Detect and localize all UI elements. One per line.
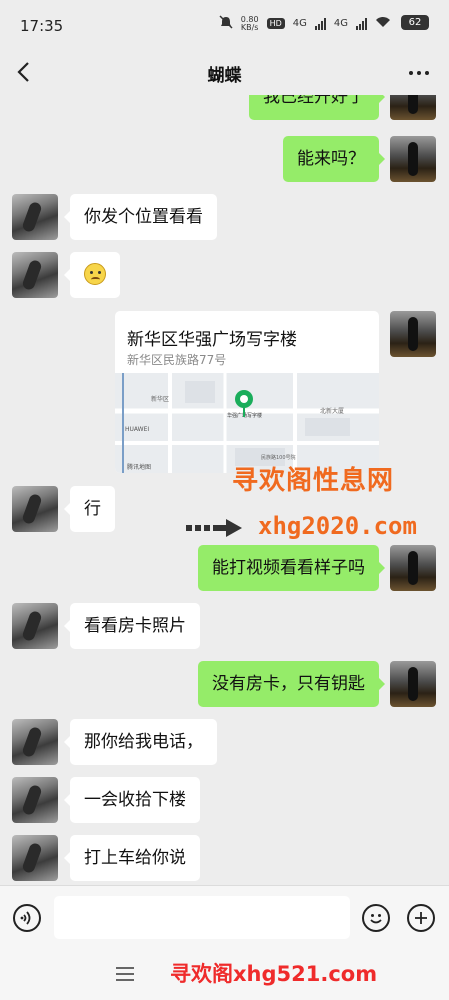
watermark-arrow-icon [186, 519, 242, 537]
my-avatar[interactable] [390, 545, 436, 591]
message-bubble[interactable]: 你发个位置看看 [64, 194, 217, 240]
input-bar [0, 885, 449, 950]
message-bubble[interactable]: 没有房卡，只有钥匙 [198, 661, 385, 707]
my-avatar[interactable] [390, 95, 436, 120]
location-map[interactable]: HUAWEI 腾讯地图 新华区 华强广场写字楼 北新大厦 民族路100号院 [115, 373, 379, 473]
map-label-building: 北新大厦 [320, 407, 344, 415]
location-address: 新华区民族路77号 [127, 353, 227, 367]
net-4g-1: 4G [292, 18, 307, 29]
message-bubble[interactable]: 一会收拾下楼 [64, 777, 200, 823]
battery-icon: 62 [401, 15, 429, 30]
watermark-text: 寻欢阁性息网 [232, 466, 395, 496]
location-name: 新华区华强广场写字楼 [127, 330, 297, 350]
contact-avatar[interactable] [12, 194, 58, 240]
contact-avatar[interactable] [12, 252, 58, 298]
message-bubble[interactable]: 那你给我电话， [64, 719, 217, 765]
emoji-picker-icon[interactable] [362, 904, 390, 932]
my-avatar[interactable] [390, 136, 436, 182]
more-options-icon[interactable] [409, 71, 429, 75]
message-text: 一会收拾下楼 [84, 790, 186, 810]
contact-avatar[interactable] [12, 835, 58, 881]
message-text: 没有房卡，只有钥匙 [212, 674, 365, 694]
net-4g-2: 4G [333, 18, 348, 29]
message-text: 我已经开好了 [263, 95, 365, 107]
message-bubble[interactable]: 打上车给你说 [64, 835, 200, 881]
speed-unit: KB/s [240, 22, 259, 32]
message-bubble[interactable]: 我已经开好了 [249, 95, 385, 120]
message-bubble[interactable]: 能打视频看看样子吗 [198, 545, 385, 591]
message-bubble[interactable]: 看看房卡照片 [64, 603, 200, 649]
map-label-provider: 腾讯地图 [127, 463, 151, 471]
message-text: 能来吗？ [297, 149, 365, 169]
message-text: 能打视频看看样子吗 [212, 558, 365, 578]
status-icons: 0.80 KB/s HD 4G 4G [219, 15, 391, 32]
message-text: 那你给我电话， [84, 732, 203, 752]
message-text: 看看房卡照片 [84, 616, 186, 636]
chat-title: 蝴蝶 [207, 66, 242, 86]
message-input[interactable] [54, 896, 350, 939]
hd-badge: HD [266, 18, 285, 29]
contact-avatar[interactable] [12, 777, 58, 823]
contact-avatar[interactable] [12, 719, 58, 765]
smile-emoji-icon [84, 262, 106, 285]
my-avatar[interactable] [390, 661, 436, 707]
wifi-icon [375, 16, 391, 31]
watermark-bottom: 寻欢阁xhg521.com [170, 962, 378, 986]
map-label-brand: HUAWEI [125, 426, 149, 433]
network-speed: 0.80 KB/s [240, 15, 259, 32]
message-text: 你发个位置看看 [84, 207, 203, 227]
mute-icon [219, 15, 233, 32]
my-avatar[interactable] [390, 311, 436, 357]
contact-avatar[interactable] [12, 486, 58, 532]
message-bubble[interactable]: 行 [64, 486, 115, 532]
message-bubble[interactable] [64, 252, 120, 298]
signal-icon [314, 17, 326, 30]
message-bubble[interactable]: 能来吗？ [283, 136, 385, 182]
voice-input-icon[interactable] [13, 904, 41, 932]
map-label-district: 新华区 [151, 395, 169, 403]
message-text: 打上车给你说 [84, 848, 186, 868]
contact-avatar[interactable] [12, 603, 58, 649]
status-time: 17:35 [20, 17, 64, 35]
menu-icon[interactable] [116, 967, 134, 981]
status-bar: 17:35 0.80 KB/s HD 4G 4G 62 [0, 0, 449, 50]
message-text: 行 [84, 499, 101, 519]
plus-icon[interactable] [407, 904, 435, 932]
chat-header: 蝴蝶 [0, 50, 449, 95]
location-card[interactable]: 新华区华强广场写字楼 新华区民族路77号 HUAWEI 腾讯地图 新华区 华强广… [115, 311, 379, 473]
watermark-url: xhg2020.com [258, 512, 417, 540]
signal-icon-2 [356, 17, 367, 30]
